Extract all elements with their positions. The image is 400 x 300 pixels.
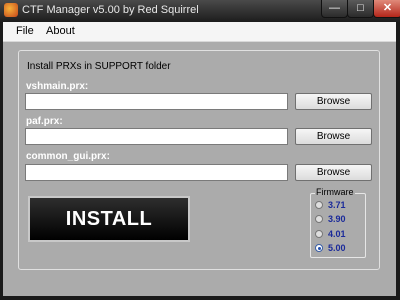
- paf-label: paf.prx:: [26, 116, 63, 127]
- common-gui-label: common_gui.prx:: [26, 151, 110, 162]
- firmware-option-label: 4.01: [328, 229, 346, 239]
- menu-bar: File About: [3, 22, 396, 42]
- firmware-option-label: 3.90: [328, 214, 346, 224]
- firmware-option[interactable]: 5.00: [315, 242, 346, 254]
- menu-about[interactable]: About: [46, 25, 75, 37]
- firmware-option[interactable]: 3.71: [315, 199, 346, 211]
- minimize-button[interactable]: —: [321, 0, 348, 18]
- radio-icon[interactable]: [315, 230, 323, 238]
- vshmain-label: vshmain.prx:: [26, 81, 89, 92]
- firmware-option[interactable]: 3.90: [315, 213, 346, 225]
- firmware-option-label: 5.00: [328, 243, 346, 253]
- radio-icon[interactable]: [315, 215, 323, 223]
- vshmain-input[interactable]: [25, 93, 288, 110]
- radio-icon[interactable]: [315, 201, 323, 209]
- paf-browse-button[interactable]: Browse: [295, 128, 372, 145]
- title-bar[interactable]: CTF Manager v5.00 by Red Squirrel — □ ✕: [0, 0, 400, 22]
- maximize-button[interactable]: □: [347, 0, 374, 18]
- close-button[interactable]: ✕: [373, 0, 400, 18]
- window-title: CTF Manager v5.00 by Red Squirrel: [22, 4, 199, 16]
- radio-selected-icon[interactable]: [315, 244, 323, 252]
- app-icon: [4, 3, 18, 17]
- firmware-legend: Firmware: [315, 187, 355, 197]
- prx-group-legend: Install PRXs in SUPPORT folder: [25, 61, 173, 72]
- firmware-option-label: 3.71: [328, 200, 346, 210]
- install-button[interactable]: INSTALL: [28, 196, 190, 242]
- paf-input[interactable]: [25, 128, 288, 145]
- firmware-option[interactable]: 4.01: [315, 228, 346, 240]
- common-gui-input[interactable]: [25, 164, 288, 181]
- window-bottom-border: [0, 296, 400, 300]
- vshmain-browse-button[interactable]: Browse: [295, 93, 372, 110]
- menu-file[interactable]: File: [16, 25, 34, 37]
- common-gui-browse-button[interactable]: Browse: [295, 164, 372, 181]
